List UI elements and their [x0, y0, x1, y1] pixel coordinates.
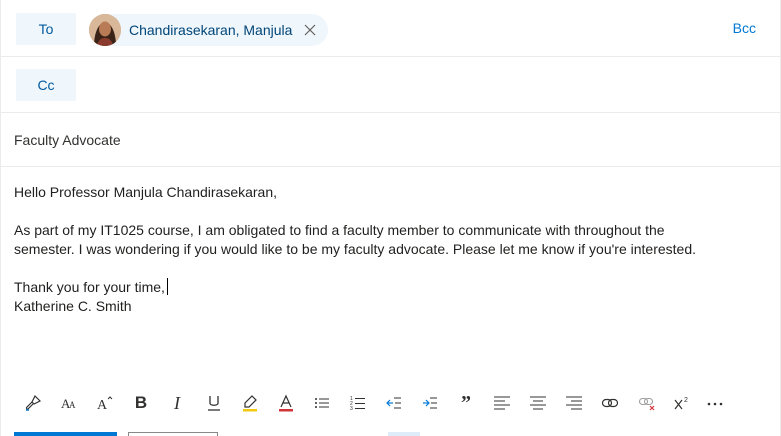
link-icon[interactable] [592, 389, 628, 417]
svg-text:A: A [69, 400, 76, 410]
italic-icon[interactable]: I [158, 389, 196, 417]
superscript-icon[interactable]: 2 [666, 389, 698, 417]
remove-link-icon[interactable] [628, 389, 666, 417]
avatar [89, 14, 121, 46]
more-icon[interactable] [698, 389, 732, 417]
font-color-icon[interactable] [268, 389, 304, 417]
to-button[interactable]: To [16, 13, 76, 45]
body-paragraph-line: As part of my IT1025 course, I am obliga… [14, 222, 665, 238]
underline-icon[interactable] [196, 389, 232, 417]
svg-text:3: 3 [350, 406, 353, 412]
quote-icon[interactable]: ” [448, 389, 484, 417]
align-right-icon[interactable] [556, 389, 592, 417]
message-body[interactable]: Hello Professor Manjula Chandirasekaran,… [14, 183, 760, 316]
to-row: To Chandirasekaran, Manjula Bcc [1, 0, 780, 57]
format-painter-icon[interactable] [14, 389, 52, 417]
cc-row: Cc [1, 57, 780, 113]
body-greeting: Hello Professor Manjula Chandirasekaran, [14, 184, 278, 200]
font-size-icon[interactable]: AA [52, 389, 86, 417]
increase-indent-icon[interactable] [412, 389, 448, 417]
numbering-icon[interactable]: 123 [340, 389, 376, 417]
recipient-chip[interactable]: Chandirasekaran, Manjula [89, 14, 329, 46]
close-icon[interactable] [302, 22, 318, 38]
body-closing-line: Thank you for your time, [14, 278, 760, 297]
discard-button[interactable] [128, 432, 218, 436]
body-paragraph-line: semester. I was wondering if you would l… [14, 241, 697, 257]
subject-row[interactable]: Faculty Advocate [1, 113, 780, 167]
send-button[interactable] [14, 432, 117, 436]
body-signature: Katherine C. Smith [14, 298, 132, 314]
svg-text:2: 2 [684, 397, 688, 404]
align-center-icon[interactable] [520, 389, 556, 417]
decrease-indent-icon[interactable] [376, 389, 412, 417]
cc-button[interactable]: Cc [16, 69, 76, 101]
body-closing: Thank you for your time, [14, 279, 165, 295]
grow-font-icon[interactable]: A [86, 389, 124, 417]
subject-field[interactable]: Faculty Advocate [14, 132, 121, 148]
recipient-name: Chandirasekaran, Manjula [129, 22, 293, 38]
bullets-icon[interactable] [304, 389, 340, 417]
text-caret [166, 278, 168, 295]
highlight-icon[interactable] [232, 389, 268, 417]
align-left-icon[interactable] [484, 389, 520, 417]
svg-text:A: A [97, 398, 108, 412]
bold-icon[interactable]: B [124, 389, 158, 417]
bcc-button[interactable]: Bcc [733, 20, 756, 36]
formatting-toolbar: AA A B I 123 ” 2 [14, 389, 732, 417]
compose-pane: To Chandirasekaran, Manjula Bcc Cc Facul… [0, 0, 781, 436]
attach-button[interactable] [388, 432, 420, 436]
